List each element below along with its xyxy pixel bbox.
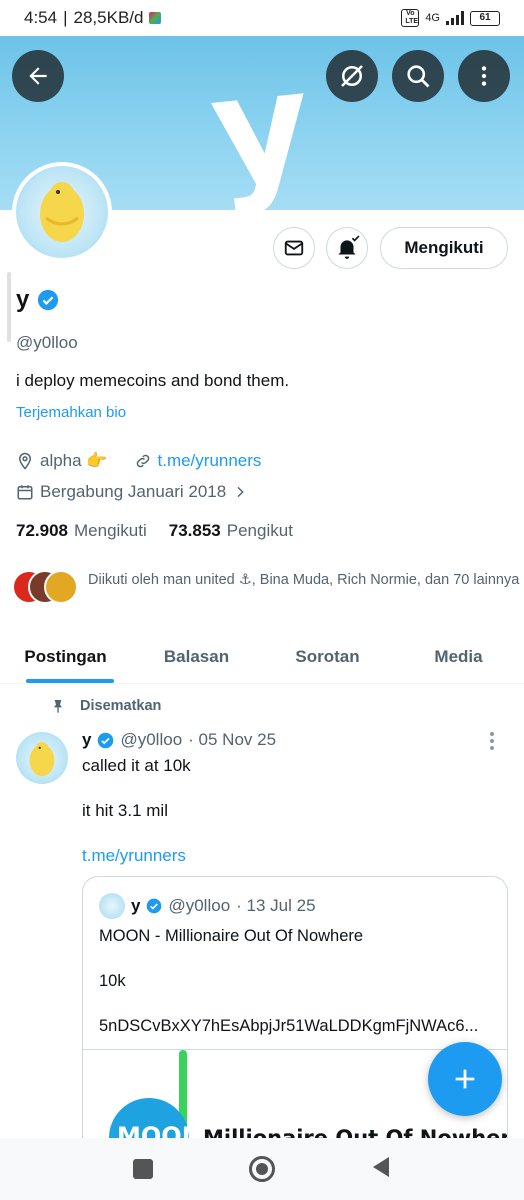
followed-by-row[interactable]: Diikuti oleh man united ⚓, Bina Muda, Ri… bbox=[12, 570, 524, 604]
post-author-name[interactable]: y bbox=[82, 730, 91, 750]
duck-avatar-icon bbox=[40, 182, 84, 242]
message-button[interactable] bbox=[273, 227, 315, 269]
search-icon bbox=[407, 65, 430, 88]
chevron-right-icon bbox=[237, 486, 244, 498]
translate-bio-link[interactable]: Terjemahkan bio bbox=[16, 404, 126, 421]
recents-button[interactable] bbox=[133, 1159, 153, 1179]
pin-icon bbox=[54, 700, 62, 713]
back-nav-button[interactable] bbox=[371, 1156, 391, 1183]
post-author-handle[interactable]: @y0lloo bbox=[120, 730, 182, 750]
website-link[interactable]: t.me/yrunners bbox=[158, 451, 262, 471]
quoted-post[interactable]: y @y0lloo · 13 Jul 25 MOON - Millionaire… bbox=[82, 876, 508, 1176]
post-link[interactable]: t.me/yrunners bbox=[82, 846, 186, 866]
status-time: 4:54 bbox=[24, 8, 58, 27]
search-button[interactable] bbox=[392, 50, 444, 102]
back-arrow-icon bbox=[29, 67, 47, 85]
signal-icon bbox=[446, 11, 464, 25]
network-speed: 28,5KB/d bbox=[73, 8, 144, 27]
post-date[interactable]: · 05 Nov 25 bbox=[188, 730, 276, 750]
avatar bbox=[99, 893, 125, 919]
location-text: alpha 👉 bbox=[40, 451, 108, 470]
verified-badge-icon bbox=[98, 732, 114, 748]
followed-by-avatars bbox=[12, 570, 78, 604]
profile-tabs: Postingan Balasan Sorotan Media bbox=[0, 630, 524, 684]
post-author-avatar[interactable] bbox=[16, 732, 68, 784]
quoted-text-line: 5nDSCvBxXY7hEsAbpjJr51WaLDDKgmFjNWAc6... bbox=[99, 1017, 479, 1035]
hide-button[interactable] bbox=[326, 50, 378, 102]
status-bar: 4:54 | 28,5KB/d Vo LTE 4G 61 bbox=[0, 0, 524, 36]
eye-off-icon bbox=[341, 65, 363, 87]
tab-media[interactable]: Media bbox=[393, 630, 524, 683]
back-triangle-icon bbox=[373, 1156, 389, 1177]
profile-bio: i deploy memecoins and bond them. bbox=[16, 371, 290, 390]
volte-icon: Vo LTE bbox=[401, 9, 420, 27]
plus-icon bbox=[455, 1069, 475, 1089]
tab-postingan[interactable]: Postingan bbox=[0, 630, 131, 683]
tab-sorotan[interactable]: Sorotan bbox=[262, 630, 393, 683]
more-button[interactable] bbox=[458, 50, 510, 102]
quoted-text-line: 10k bbox=[99, 972, 126, 990]
verified-badge-icon bbox=[147, 898, 162, 914]
quoted-author-handle: @y0lloo bbox=[168, 896, 231, 915]
battery-icon: 61 bbox=[470, 10, 500, 26]
home-button[interactable] bbox=[249, 1156, 275, 1182]
pinned-label: Disematkan bbox=[50, 697, 161, 715]
followers-stat[interactable]: 73.853 Pengikut bbox=[169, 521, 293, 541]
profile-avatar[interactable] bbox=[12, 162, 112, 262]
display-name-text: y bbox=[16, 286, 30, 313]
follow-stats: 72.908 Mengikuti 73.853 Pengikut bbox=[16, 521, 293, 541]
link-icon bbox=[136, 454, 149, 468]
tab-balasan[interactable]: Balasan bbox=[131, 630, 262, 683]
post-more-icon[interactable] bbox=[490, 732, 494, 750]
post-text-line: it hit 3.1 mil bbox=[82, 801, 168, 820]
system-nav-bar bbox=[0, 1138, 524, 1200]
following-stat[interactable]: 72.908 Mengikuti bbox=[16, 521, 147, 541]
joined-row[interactable]: Bergabung Januari 2018 bbox=[16, 482, 248, 502]
quoted-text-line: MOON - Millionaire Out Of Nowhere bbox=[99, 927, 364, 945]
bell-check-icon bbox=[338, 235, 360, 259]
profile-handle: @y0lloo bbox=[16, 333, 78, 352]
app-notification-icon bbox=[149, 12, 162, 24]
avatar bbox=[44, 570, 78, 604]
name-accent-bar bbox=[7, 272, 11, 342]
quoted-post-header: y @y0lloo · 13 Jul 25 bbox=[99, 893, 316, 919]
followed-by-text: Diikuti oleh man united ⚓, Bina Muda, Ri… bbox=[88, 572, 520, 588]
profile-name: y bbox=[16, 286, 59, 314]
location-pin-icon bbox=[18, 452, 32, 470]
banner-letter: y bbox=[203, 37, 319, 210]
quoted-post-date: · 13 Jul 25 bbox=[236, 896, 316, 915]
network-type: 4G bbox=[425, 12, 440, 24]
back-button[interactable] bbox=[12, 50, 64, 102]
notify-button[interactable] bbox=[326, 227, 368, 269]
post-header: y @y0lloo · 05 Nov 25 bbox=[82, 730, 276, 750]
mail-icon bbox=[284, 240, 304, 256]
post-text-line: called it at 10k bbox=[82, 756, 191, 775]
duck-avatar-icon bbox=[29, 742, 55, 777]
joined-text: Bergabung Januari 2018 bbox=[40, 482, 227, 501]
more-vertical-icon bbox=[481, 66, 487, 86]
verified-badge-icon bbox=[38, 289, 59, 311]
quoted-author-name: y bbox=[131, 896, 141, 915]
compose-button[interactable] bbox=[428, 1042, 502, 1116]
profile-meta-row: alpha 👉 t.me/yrunners bbox=[16, 451, 261, 471]
following-button[interactable]: Mengikuti bbox=[380, 227, 508, 269]
calendar-icon bbox=[17, 485, 33, 500]
